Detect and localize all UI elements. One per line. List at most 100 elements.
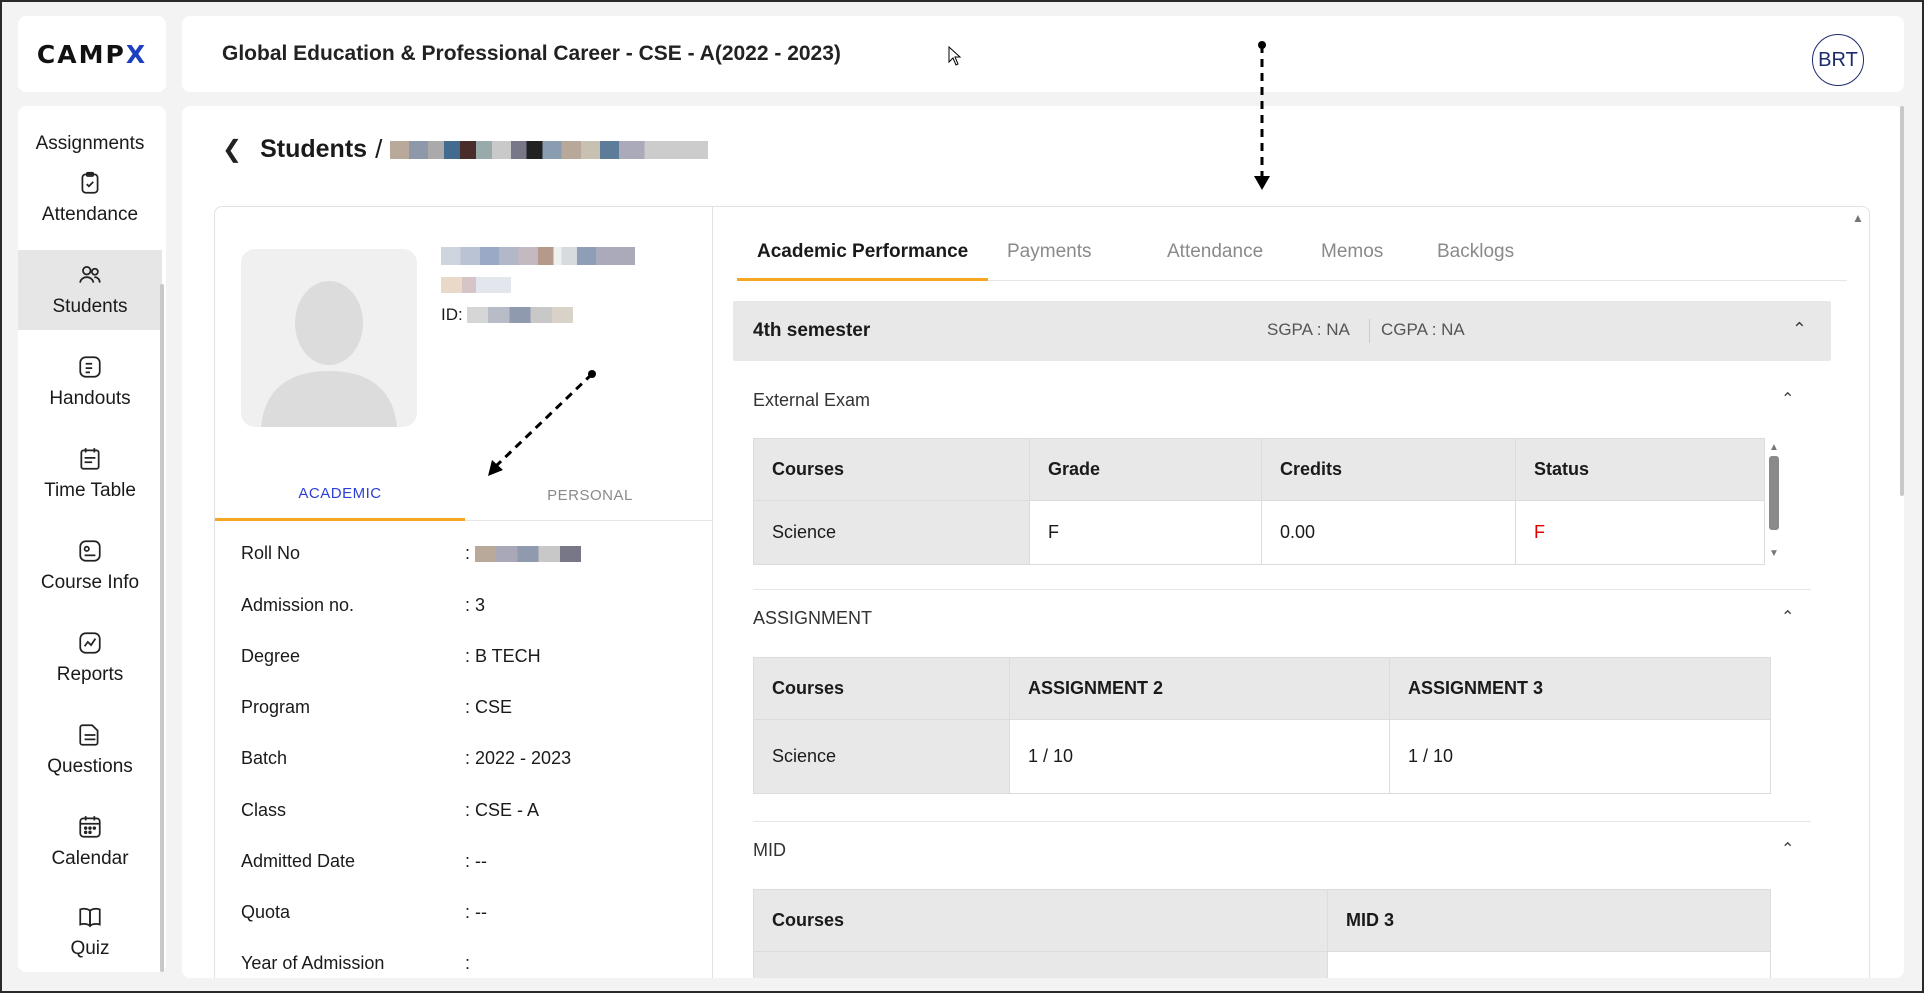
users-icon: [79, 266, 101, 283]
chevron-up-icon[interactable]: ⌃: [1781, 389, 1794, 409]
tab-academic-performance[interactable]: Academic Performance: [737, 241, 989, 281]
table-cell: Science: [753, 719, 1010, 794]
external-table-scrollbar[interactable]: ▲ ▼: [1767, 442, 1779, 566]
roll-no-redacted: [475, 546, 582, 563]
student-id-label: ID:: [441, 305, 463, 324]
sidebar-item-reports[interactable]: Reports: [18, 618, 162, 698]
column-header: ASSIGNMENT 3: [1389, 657, 1771, 720]
handouts-icon: [79, 356, 101, 378]
info-row-program: Program: CSE: [241, 697, 513, 717]
external-exam-table: Courses Grade Credits Status Science F 0…: [753, 438, 1765, 565]
sidebar-item-calendar[interactable]: Calendar: [18, 802, 162, 882]
sidebar-item-label: Reports: [56, 664, 124, 685]
course-info-icon: [79, 540, 101, 562]
info-row-quota: Quota: --: [241, 902, 487, 922]
top-header: Global Education & Professional Career -…: [182, 16, 1904, 92]
external-exam-title: External Exam: [753, 390, 871, 410]
table-cell: [753, 951, 1328, 978]
scroll-up-arrow-icon[interactable]: ▲: [1769, 442, 1779, 453]
main-content: ❮ Students / ID: ACADEMIC PERSONAL Roll …: [182, 106, 1904, 978]
tab-payments[interactable]: Payments: [987, 241, 1111, 281]
student-name-redacted: [441, 247, 635, 265]
table-cell: 0.00: [1261, 500, 1516, 565]
divider: [1369, 319, 1370, 343]
column-header: ASSIGNMENT 2: [1009, 657, 1390, 720]
table-cell: 1 / 10: [1389, 719, 1771, 794]
info-row-admission-no: Admission no.: 3: [241, 595, 486, 615]
breadcrumb-students[interactable]: Students: [260, 135, 367, 164]
status-cell: F: [1515, 500, 1765, 565]
student-id-redacted: [466, 307, 573, 323]
table-cell: Science: [753, 500, 1030, 565]
mouse-cursor-icon: [948, 46, 962, 66]
sidebar-item-attendance[interactable]: Attendance: [18, 158, 162, 238]
column-header: Status: [1515, 438, 1765, 501]
mid-title: MID: [753, 840, 786, 860]
app-logo[interactable]: CAMPX: [37, 40, 147, 69]
student-subtitle-redacted: [441, 277, 511, 293]
student-id-row: ID:: [441, 305, 573, 325]
table-cell: [1327, 951, 1771, 978]
info-row-class: Class: CSE - A: [241, 800, 540, 820]
timetable-icon: [80, 448, 100, 470]
scroll-down-arrow-icon[interactable]: ▼: [1769, 548, 1779, 559]
card-scroll-up-icon[interactable]: ▲: [1852, 211, 1864, 225]
person-placeholder-icon: [261, 281, 397, 427]
section-divider: [753, 589, 1811, 590]
sidebar-item-course-info[interactable]: Course Info: [18, 526, 162, 606]
table-row: Science 1 / 10 1 / 10: [753, 719, 1771, 794]
tab-academic[interactable]: ACADEMIC: [215, 469, 465, 521]
chevron-up-icon[interactable]: ⌃: [1792, 319, 1807, 340]
tab-attendance[interactable]: Attendance: [1147, 241, 1283, 281]
cgpa-value: CGPA : NA: [1381, 320, 1465, 339]
profile-photo: [241, 249, 417, 427]
chart-icon: [79, 632, 101, 654]
semester-accordion[interactable]: 4th semester SGPA : NA CGPA : NA ⌃: [733, 301, 1831, 361]
back-arrow-icon[interactable]: ❮: [222, 135, 242, 164]
sidebar-item-questions[interactable]: Questions: [18, 710, 162, 790]
clipboard-check-icon: [81, 171, 99, 194]
sidebar-scrollbar[interactable]: [160, 284, 164, 972]
folder-icon: [79, 724, 99, 746]
sidebar-item-label: Students: [52, 296, 128, 317]
column-header: Courses: [753, 657, 1010, 720]
table-header-row: Courses Grade Credits Status: [753, 438, 1765, 501]
section-divider: [753, 821, 1811, 822]
mid-table: Courses MID 3: [753, 889, 1771, 978]
calendar-icon: [79, 816, 101, 838]
performance-tabs: Academic Performance Payments Attendance…: [737, 231, 1847, 281]
column-header: Credits: [1261, 438, 1516, 501]
avatar[interactable]: BRT: [1812, 34, 1864, 86]
tab-memos[interactable]: Memos: [1301, 241, 1403, 281]
table-row: [753, 951, 1771, 978]
sidebar-item-label: Quiz: [70, 938, 110, 959]
sidebar-item-handouts[interactable]: Handouts: [18, 342, 162, 422]
sidebar-item-label: Calendar: [51, 848, 129, 869]
assignment-title: ASSIGNMENT: [753, 608, 873, 628]
table-header-row: Courses MID 3: [753, 889, 1771, 952]
sidebar-item-students[interactable]: Students: [18, 250, 162, 330]
semester-title: 4th semester: [753, 320, 871, 341]
info-row-roll-no: Roll No:: [241, 543, 701, 567]
chevron-up-icon[interactable]: ⌃: [1781, 607, 1794, 627]
column-header: Grade: [1029, 438, 1262, 501]
sidebar: Assignments Attendance Students Handouts…: [18, 106, 166, 972]
info-row-year-of-admission: Year of Admission:: [241, 953, 471, 973]
book-icon: [79, 907, 101, 928]
table-header-row: Courses ASSIGNMENT 2 ASSIGNMENT 3: [753, 657, 1771, 720]
chevron-up-icon[interactable]: ⌃: [1781, 839, 1794, 859]
profile-panel: ID: ACADEMIC PERSONAL Roll No: Admission…: [215, 207, 713, 978]
tab-backlogs[interactable]: Backlogs: [1417, 241, 1534, 281]
table-cell: F: [1029, 500, 1262, 565]
sidebar-item-label: Time Table: [44, 480, 136, 501]
page-header-title: Global Education & Professional Career -…: [222, 42, 841, 65]
breadcrumb-separator: /: [375, 134, 383, 164]
main-scrollbar[interactable]: [1900, 106, 1904, 496]
scroll-thumb[interactable]: [1769, 456, 1779, 530]
tab-personal[interactable]: PERSONAL: [465, 469, 715, 521]
sidebar-item-timetable[interactable]: Time Table: [18, 434, 162, 514]
info-row-batch: Batch: 2022 - 2023: [241, 748, 572, 768]
sidebar-item-quiz[interactable]: Quiz: [18, 892, 162, 972]
student-card: ID: ACADEMIC PERSONAL Roll No: Admission…: [214, 206, 1870, 978]
info-row-degree: Degree: B TECH: [241, 646, 541, 666]
